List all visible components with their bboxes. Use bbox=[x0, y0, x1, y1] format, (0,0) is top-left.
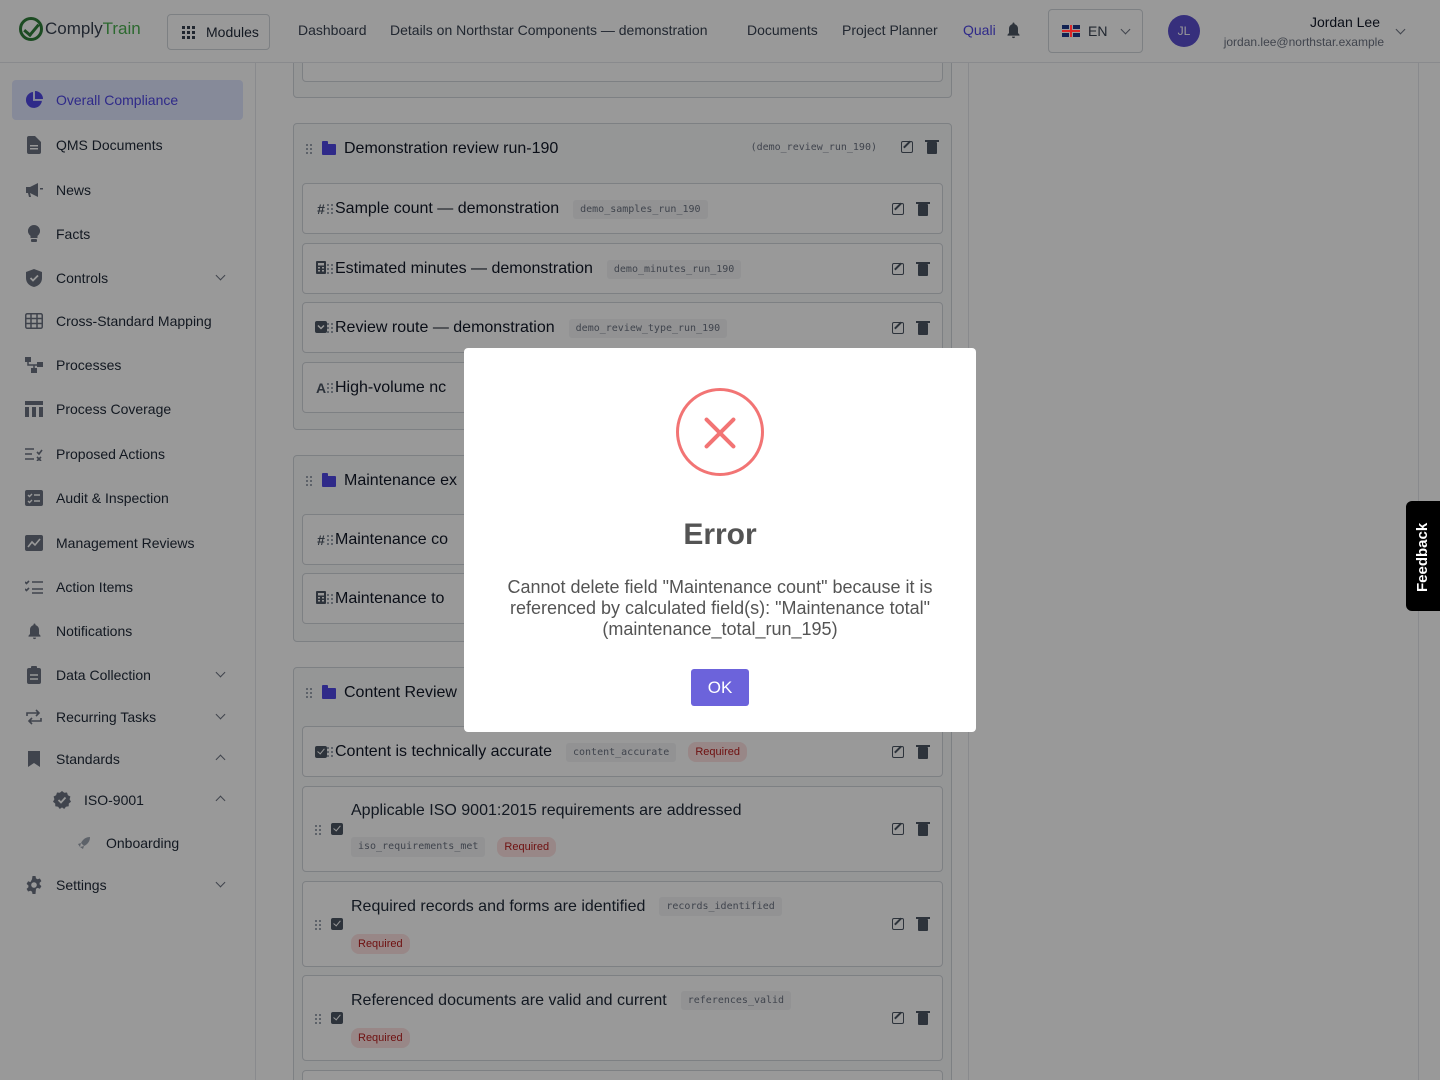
error-dialog: Error Cannot delete field "Maintenance c… bbox=[464, 348, 976, 732]
ok-button[interactable]: OK bbox=[691, 669, 749, 706]
dialog-message: Cannot delete field "Maintenance count" … bbox=[507, 577, 933, 639]
dialog-title: Error bbox=[683, 518, 757, 551]
feedback-tab[interactable]: Feedback bbox=[1406, 501, 1440, 611]
error-x-icon bbox=[676, 388, 764, 476]
